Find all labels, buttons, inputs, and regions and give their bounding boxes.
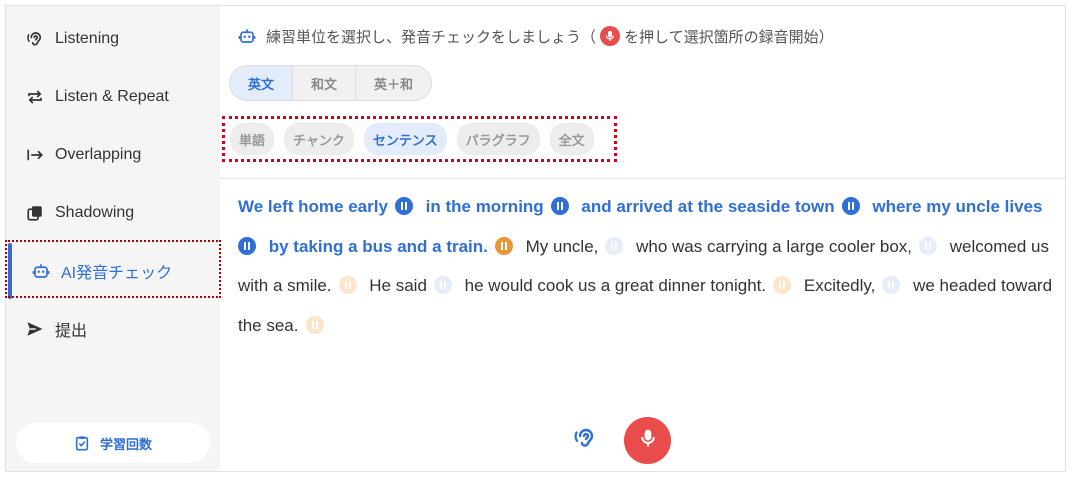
main-panel: 練習単位を選択し、発音チェックをしましょう（ を押して選択箇所の録音開始） 英文…: [220, 6, 1065, 471]
unit-tabs: 単語 チャンク センテンス パラグラフ 全文: [230, 123, 604, 155]
tab-sentence[interactable]: センテンス: [363, 123, 447, 155]
pause-icon[interactable]: [305, 315, 324, 334]
mic-icon: [600, 26, 621, 46]
arrow-to-bar-icon: [26, 146, 44, 164]
sidebar-item-ai-check[interactable]: AI発音チェック: [5, 240, 221, 300]
pause-icon[interactable]: [494, 236, 513, 255]
pause-icon[interactable]: [605, 236, 624, 255]
tab-chunk[interactable]: チャンク: [284, 123, 354, 155]
passage-chunk[interactable]: in the morning: [426, 197, 544, 216]
tab-english[interactable]: 英文: [230, 66, 293, 100]
passage: We left home early in the morning and ar…: [238, 187, 1058, 345]
pause-icon[interactable]: [394, 197, 413, 215]
ear-icon: [573, 426, 597, 455]
tab-paragraph[interactable]: パラグラフ: [456, 123, 540, 155]
pause-icon[interactable]: [433, 276, 452, 294]
sidebar-item-shadowing[interactable]: Shadowing: [6, 184, 220, 242]
passage-chunk[interactable]: He said: [369, 276, 427, 295]
clipboard-check-icon: [74, 435, 90, 451]
passage-chunk[interactable]: We left home early: [238, 197, 388, 216]
passage-chunk[interactable]: by taking a bus and a train.: [269, 237, 488, 256]
sidebar-item-label: 提出: [55, 323, 88, 340]
repeat-icon: [26, 88, 44, 106]
ear-icon: [26, 30, 44, 48]
tab-word[interactable]: 単語: [230, 123, 275, 155]
app-frame: Listening Listen & Repeat Overlapping Sh…: [5, 5, 1066, 472]
tab-english-japanese[interactable]: 英＋和: [356, 66, 431, 100]
sidebar-item-label: Shadowing: [55, 204, 135, 221]
instruction-text-before: 練習単位を選択し、発音チェックをしましょう（: [266, 28, 597, 46]
tab-full-text[interactable]: 全文: [549, 123, 594, 155]
study-count-label: 学習回数: [99, 436, 152, 452]
pause-icon[interactable]: [919, 236, 938, 255]
sidebar-item-listening[interactable]: Listening: [6, 10, 220, 68]
sidebar-item-label: AI発音チェック: [61, 265, 173, 282]
pause-icon[interactable]: [773, 276, 792, 294]
pause-icon[interactable]: [882, 276, 901, 294]
study-count-button[interactable]: 学習回数: [16, 423, 210, 463]
active-indicator: [8, 243, 12, 299]
instruction-text-after: を押して選択箇所の録音開始）: [624, 28, 834, 46]
sidebar-item-submit[interactable]: 提出: [6, 300, 220, 358]
pause-icon[interactable]: [338, 276, 357, 294]
send-icon: [26, 320, 44, 338]
divider: [220, 178, 1065, 179]
sidebar-item-label: Overlapping: [55, 146, 142, 163]
sidebar-item-overlapping[interactable]: Overlapping: [6, 126, 220, 184]
listen-button[interactable]: [572, 427, 598, 453]
passage-chunk[interactable]: who was carrying a large cooler box,: [636, 237, 912, 256]
passage-chunk[interactable]: My uncle,: [526, 237, 599, 256]
passage-chunk[interactable]: Excitedly,: [804, 276, 876, 295]
tab-japanese[interactable]: 和文: [293, 66, 356, 100]
mic-icon: [638, 427, 658, 454]
robot-icon: [238, 27, 256, 45]
passage-chunk[interactable]: where my uncle lives: [872, 197, 1042, 216]
language-tabs: 英文 和文 英＋和: [229, 65, 432, 101]
sidebar-item-listen-repeat[interactable]: Listen & Repeat: [6, 68, 220, 126]
pause-icon[interactable]: [238, 236, 256, 255]
robot-icon: [32, 262, 50, 280]
record-button[interactable]: [624, 417, 671, 464]
sidebar-item-label: Listening: [55, 30, 120, 47]
passage-chunk[interactable]: and arrived at the seaside town: [581, 197, 834, 216]
pause-icon[interactable]: [550, 197, 569, 215]
pause-icon[interactable]: [841, 197, 860, 215]
sidebar: Listening Listen & Repeat Overlapping Sh…: [5, 6, 221, 471]
sidebar-item-label: Listen & Repeat: [55, 88, 169, 105]
passage-chunk[interactable]: he would cook us a great dinner tonight.: [465, 276, 766, 295]
instruction: 練習単位を選択し、発音チェックをしましょう（ を押して選択箇所の録音開始）: [238, 25, 834, 47]
shadow-squares-icon: [26, 204, 44, 222]
